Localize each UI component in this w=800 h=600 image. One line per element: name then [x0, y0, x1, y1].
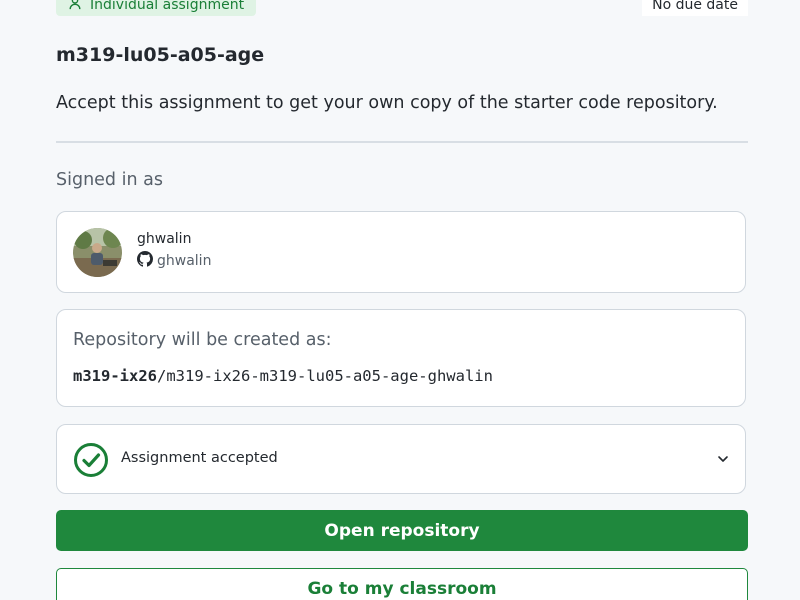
github-handle-row: ghwalin [137, 251, 211, 271]
assignment-type-label: Individual assignment [90, 0, 245, 13]
repository-card: Repository will be created as: m319-ix26… [56, 309, 746, 407]
repository-separator: / [157, 367, 167, 385]
assignment-type-badge: Individual assignment [56, 0, 257, 16]
go-to-classroom-button[interactable]: Go to my classroom [56, 568, 748, 600]
github-handle: ghwalin [157, 253, 212, 269]
repository-org: m319-ix26 [73, 367, 157, 385]
user-display-name: ghwalin [137, 231, 192, 247]
assignment-title: m319-lu05-a05-age [56, 44, 265, 66]
person-icon [68, 0, 82, 14]
open-repository-button[interactable]: Open repository [56, 510, 748, 551]
chevron-down-icon[interactable] [715, 451, 731, 467]
github-icon [137, 251, 153, 271]
avatar [73, 228, 122, 277]
due-date-badge: No due date [642, 0, 748, 16]
divider [56, 141, 748, 143]
assignment-accepted-panel[interactable]: Assignment accepted [56, 424, 746, 494]
assignment-description: Accept this assignment to get your own c… [56, 93, 718, 113]
check-circle-icon [73, 442, 109, 478]
signed-in-label: Signed in as [56, 170, 163, 190]
assignment-accepted-label: Assignment accepted [121, 450, 278, 466]
repository-full-name: m319-ix26/m319-ix26-m319-lu05-a05-age-gh… [73, 367, 493, 385]
repository-label: Repository will be created as: [73, 330, 332, 350]
repository-name: m319-ix26-m319-lu05-a05-age-ghwalin [166, 367, 493, 385]
user-card: ghwalin ghwalin [56, 211, 746, 293]
page: Individual assignment No due date m319-l… [0, 0, 800, 600]
